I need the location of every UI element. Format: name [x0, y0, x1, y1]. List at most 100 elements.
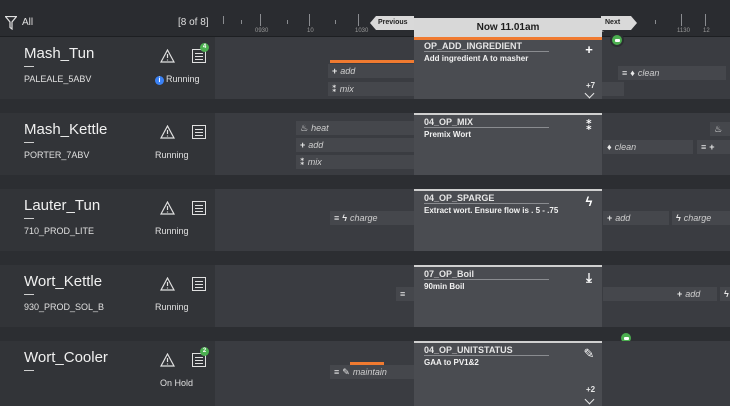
operation-card[interactable]: 04_OP_UNITSTATUS GAA to PV1&2 ✎ +2	[414, 341, 602, 406]
plus-icon[interactable]: +	[582, 43, 596, 57]
unit-name[interactable]: Mash_Kettle	[24, 121, 107, 138]
filter-icon: ≡	[622, 68, 628, 78]
operation-description: Premix Wort	[424, 130, 471, 139]
operation-description: 90min Boil	[424, 282, 465, 291]
phase-chip[interactable]: ≡ ϟ charge	[330, 211, 414, 225]
unit-name[interactable]: Wort_Cooler	[24, 349, 108, 366]
phase-chip[interactable]: + add	[296, 138, 414, 152]
operation-progress-bar	[414, 113, 602, 115]
alarm-icon[interactable]	[160, 201, 175, 215]
phase-chip[interactable]: ⁑ mix	[296, 155, 414, 169]
comment-icon[interactable]	[610, 33, 624, 47]
chip-label: mix	[307, 157, 322, 167]
phase-chip[interactable]: ≡ ✎ maintain	[330, 365, 414, 379]
now-marker[interactable]: Now 11.01am	[414, 18, 602, 37]
phase-chip[interactable]: + add	[603, 287, 717, 301]
phase-chip[interactable]: ϟ charge	[672, 211, 730, 225]
operation-underline	[424, 203, 549, 204]
phase-chip[interactable]: ⁑ mix	[328, 82, 414, 96]
alarm-icon[interactable]	[160, 277, 175, 291]
unit-underline	[24, 66, 34, 67]
previous-button[interactable]: Previous	[370, 16, 414, 30]
state-label: Running	[155, 302, 189, 312]
filter-label: All	[22, 17, 34, 28]
state-label: Running	[155, 226, 189, 236]
download-icon[interactable]: ⤓	[582, 271, 596, 285]
phase-chip[interactable]: ≡	[396, 287, 414, 301]
chip-label: add	[615, 213, 631, 223]
chevron-down-icon[interactable]	[584, 394, 595, 405]
unit-row[interactable]: Mash_Tun PALEALE_5ABV i Running 4 + add ⁑ m…	[0, 37, 730, 99]
row-separator	[0, 99, 730, 113]
phase-chip[interactable]: ≡ ♦ clean	[618, 66, 726, 80]
document-icon[interactable]	[192, 277, 206, 291]
recipe-name: PALEALE_5ABV	[24, 74, 92, 84]
phase-chip[interactable]	[602, 82, 624, 96]
unit-header: Lauter_Tun 710_PROD_LITE Running	[0, 189, 215, 251]
chip-label: heat	[311, 123, 329, 133]
operation-description: GAA to PV1&2	[424, 358, 479, 367]
mix-icon: ⁑	[300, 157, 305, 167]
unit-name[interactable]: Lauter_Tun	[24, 197, 100, 214]
chevron-down-icon[interactable]	[584, 88, 595, 99]
unit-header: Wort_Cooler On Hold 2	[0, 341, 215, 406]
operation-card[interactable]: 04_OP_SPARGE Extract wort. Ensure flow i…	[414, 189, 602, 251]
phase-chip[interactable]: ♨ heat	[296, 121, 414, 135]
plus-icon: +	[332, 66, 338, 76]
bolt-icon: ϟ	[342, 213, 348, 223]
recipe-name: 710_PROD_LITE	[24, 226, 95, 236]
chip-label: clean	[614, 142, 637, 152]
phase-chip[interactable]: ♦ clean	[603, 140, 693, 154]
notification-badge: 2	[200, 347, 209, 356]
mix-icon[interactable]: ⁑	[582, 119, 596, 133]
info-icon[interactable]: i	[155, 76, 164, 85]
chip-label: mix	[339, 84, 354, 94]
timeline-tick-label: 10	[307, 28, 314, 34]
alarm-icon[interactable]	[160, 353, 175, 367]
operation-card[interactable]: 07_OP_Boil 90min Boil ⤓	[414, 265, 602, 327]
filter-icon: ≡	[400, 289, 406, 299]
unit-row[interactable]: Wort_Kettle 930_PROD_SOL_B Running ≡ + ad…	[0, 265, 730, 327]
unit-row[interactable]: Wort_Cooler On Hold 2 ≡ ✎ maintain 04_OP_U…	[0, 341, 730, 406]
operation-description: Add ingredient A to masher	[424, 54, 529, 63]
wrench-icon[interactable]: ✎	[582, 347, 596, 361]
unit-row[interactable]: Mash_Kettle PORTER_7ABV Running ♨ heat + a…	[0, 113, 730, 175]
operation-progress-bar	[414, 265, 602, 267]
recipe-name: 930_PROD_SOL_B	[24, 302, 105, 312]
unit-name[interactable]: Wort_Kettle	[24, 273, 102, 290]
plus-icon: +	[607, 213, 613, 223]
timeline-tick	[681, 14, 682, 26]
alarm-icon[interactable]	[160, 49, 175, 63]
document-icon[interactable]	[192, 201, 206, 215]
unit-underline	[24, 370, 34, 371]
phase-chip[interactable]: ϟ	[720, 287, 730, 301]
phase-chip[interactable]: ♨	[710, 122, 730, 136]
operation-card[interactable]: 04_OP_MIX Premix Wort ⁑	[414, 113, 602, 175]
timeline-tick	[287, 20, 288, 24]
unit-name[interactable]: Mash_Tun	[24, 45, 94, 62]
unit-row[interactable]: Lauter_Tun 710_PROD_LITE Running ≡ ϟ charg…	[0, 189, 730, 251]
operation-card[interactable]: OP_ADD_INGREDIENT Add ingredient A to ma…	[414, 37, 602, 99]
timeline-tick-label: 12	[703, 28, 710, 34]
document-icon[interactable]	[192, 125, 206, 139]
unit-state: i Running	[155, 74, 200, 85]
filter-icon: ≡	[334, 213, 340, 223]
operation-description: Extract wort. Ensure flow is . 5 - .75	[424, 206, 559, 215]
bolt-icon[interactable]: ϟ	[582, 195, 596, 209]
phase-chip[interactable]: + add	[328, 64, 414, 78]
chip-label: clean	[637, 68, 660, 78]
alarm-icon[interactable]	[160, 125, 175, 139]
chip-label: maintain	[352, 367, 387, 377]
phase-chip[interactable]: + add	[603, 211, 669, 225]
unit-filter[interactable]: All [8 of 8]	[5, 16, 215, 32]
chip-label: add	[685, 289, 701, 299]
unit-header: Mash_Kettle PORTER_7ABV Running	[0, 113, 215, 175]
next-button[interactable]: Next	[601, 16, 637, 30]
heat-icon: ♨	[714, 124, 723, 134]
operation-progress-bar	[414, 37, 602, 40]
more-count[interactable]: +2	[586, 385, 595, 394]
operation-progress-bar	[414, 189, 602, 191]
operation-underline	[424, 127, 549, 128]
timeline-tick-label: 1030	[355, 28, 369, 34]
phase-chip[interactable]: ≡ +	[697, 140, 730, 154]
